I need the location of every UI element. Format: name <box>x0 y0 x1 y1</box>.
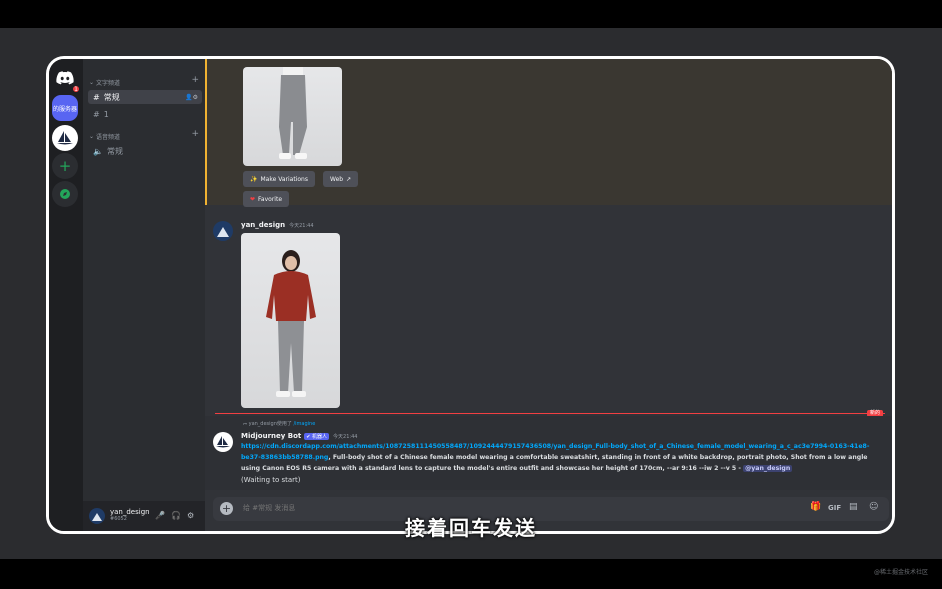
sparkle-icon: ✨ <box>250 175 258 183</box>
voice-channels-category[interactable]: ⌄ 语音频道 + <box>89 129 199 141</box>
bot-avatar[interactable] <box>213 432 233 452</box>
top-letterbox <box>0 0 942 28</box>
explore-compass-icon[interactable] <box>52 181 78 207</box>
add-voice-channel-icon[interactable]: + <box>191 129 199 139</box>
external-link-icon: ↗ <box>346 175 352 183</box>
reply-user: yan_design使用了 <box>248 421 292 427</box>
discord-home-icon[interactable]: 1 <box>52 65 81 94</box>
voice-channel-general[interactable]: 🔈 常规 <box>88 144 202 158</box>
generated-image-1[interactable] <box>243 67 342 166</box>
channel-settings-icon[interactable]: 👤⚙ <box>185 94 198 101</box>
message-author[interactable]: yan_design 今天21:44 <box>241 221 314 229</box>
server-icon-active[interactable]: 的服务器 <box>52 95 78 121</box>
text-channels-category[interactable]: ⌄ 文字频道 + <box>89 75 199 87</box>
chevron-down-icon: ⌄ <box>89 79 95 86</box>
model-figure-icon <box>278 67 307 159</box>
thread-hashtag-icon: # <box>93 109 100 119</box>
gif-icon[interactable]: GIF <box>828 504 841 512</box>
status-text: (Waiting to start) <box>241 476 301 484</box>
new-messages-divider <box>215 413 885 414</box>
button-label: Make Variations <box>260 175 308 183</box>
reply-context[interactable]: ⮣ yan_design使用了 /imagine <box>243 420 315 427</box>
bottom-letterbox <box>0 559 942 589</box>
emoji-icon[interactable]: ☺ <box>869 502 878 512</box>
midjourney-server-icon[interactable] <box>52 125 78 151</box>
model-figure-icon <box>265 250 316 397</box>
category-label: 语音频道 <box>96 134 121 141</box>
category-label: 文字频道 <box>96 80 121 87</box>
web-button[interactable]: Web ↗ <box>323 171 359 187</box>
channel-label: 常规 <box>106 146 123 156</box>
favorite-button[interactable]: ❤ Favorite <box>243 191 290 207</box>
timestamp: 今天21:44 <box>333 434 358 440</box>
watermark: @稀土掘金技术社区 <box>873 569 928 576</box>
server-label: 的服务器 <box>52 105 77 113</box>
discord-window: 1 的服务器 + ⌄ 文字频道 + # 常规 👤⚙ # 1 ⌄ 语音频道 + 🔈… <box>46 56 895 534</box>
reply-arrow-icon: ⮣ <box>243 421 248 427</box>
generated-image-2[interactable] <box>241 233 340 408</box>
server-rail: 1 的服务器 + <box>49 59 83 531</box>
channel-sidebar: ⌄ 文字频道 + # 常规 👤⚙ # 1 ⌄ 语音频道 + 🔈 常规 yan_d… <box>83 59 205 531</box>
channel-item-general[interactable]: # 常规 👤⚙ <box>88 90 202 104</box>
button-label: Web <box>330 175 344 183</box>
heart-icon: ❤ <box>250 195 256 203</box>
bot-badge: ✔ 机器人 <box>304 433 330 440</box>
author-name[interactable]: yan_design <box>241 221 285 229</box>
channel-item-1[interactable]: # 1 <box>88 107 202 121</box>
add-channel-icon[interactable]: + <box>191 75 199 85</box>
chat-area: ✨ Make Variations Web ↗ ❤ Favorite yan_d… <box>205 59 892 531</box>
sticker-icon[interactable]: ▤ <box>849 502 858 512</box>
message-author[interactable]: Midjourney Bot ✔ 机器人 今天21:44 <box>241 432 357 440</box>
author-name[interactable]: Midjourney Bot <box>241 432 301 440</box>
button-label: Favorite <box>258 195 283 203</box>
make-variations-button[interactable]: ✨ Make Variations <box>243 171 315 187</box>
message-input[interactable] <box>243 504 743 512</box>
timestamp: 今天21:44 <box>289 223 314 229</box>
avatar[interactable] <box>213 221 233 241</box>
hashtag-icon: # <box>93 92 100 102</box>
chevron-down-icon: ⌄ <box>89 133 95 140</box>
reply-command[interactable]: /imagine <box>293 421 315 427</box>
screen: @稀土掘金技术社区 1 的服务器 + ⌄ 文字频道 + # 常规 👤⚙ # 1 … <box>0 0 942 589</box>
gift-icon[interactable]: 🎁 <box>810 502 821 512</box>
video-subtitle: 接着回车发送 <box>405 516 537 540</box>
message-highlighted: ✨ Make Variations Web ↗ ❤ Favorite <box>205 59 892 207</box>
bot-message: ⮣ yan_design使用了 /imagine Midjourney Bot ✔… <box>205 416 892 490</box>
channel-label: 1 <box>103 109 109 119</box>
notification-badge: 1 <box>71 84 81 94</box>
message-content: https://cdn.discordapp.com/attachments/1… <box>241 441 871 474</box>
add-server-icon[interactable]: + <box>52 153 78 179</box>
channel-label: 常规 <box>103 92 120 102</box>
speaker-icon: 🔈 <box>93 146 103 156</box>
user-mention[interactable]: @yan_design <box>743 465 793 472</box>
